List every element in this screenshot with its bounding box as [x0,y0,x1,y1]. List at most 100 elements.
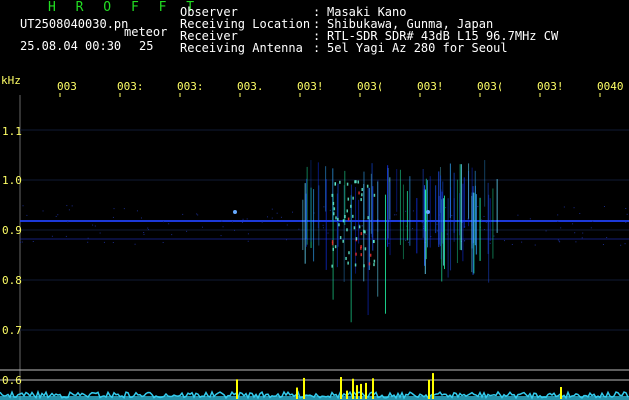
y-tick: 1.1 [2,125,22,138]
noise-speck [246,218,248,220]
echo-hotspot [333,207,336,211]
noise-speck [292,211,294,213]
echo-hotspot [347,261,349,265]
echo-streak [396,169,398,212]
echo-hotspot [332,201,335,205]
noise-speck [603,206,605,208]
noise-speck [197,214,199,216]
noise-speck [162,241,164,243]
echo-streak [384,194,386,314]
echo-dot [426,210,430,214]
noise-speck [42,210,44,212]
noise-speck [286,224,288,226]
echo-hotspot [332,247,334,251]
echo-streak [456,179,458,264]
noise-speck [626,213,628,215]
echo-streak [441,191,443,233]
carrier-trace [20,205,629,246]
echo-streak [453,198,455,242]
noise-speck [625,208,627,210]
echo-hotspot [361,193,363,197]
noise-speck [365,233,367,235]
noise-speck [484,229,486,231]
noise-speck [493,235,495,237]
echo-hotspot [363,229,365,233]
noise-speck [503,240,505,242]
noise-speck [196,213,198,215]
echo-streak [306,166,308,245]
echo-streak [489,198,491,242]
echo-hotspot [331,240,334,244]
signal-spike [360,383,362,399]
echo-streak [422,168,424,239]
noise-speck [560,227,562,229]
noise-speck [557,220,559,222]
noise-speck [489,242,491,244]
echo-hotspot [346,228,348,232]
noise-speck [407,241,409,243]
x-tick: 003! [417,80,441,93]
echo-hotspot [331,264,333,268]
echo-streak [402,184,404,260]
y-axis-unit: kHz [1,74,21,87]
noise-speck [572,223,574,225]
echo-streak [399,169,401,245]
echo-streak [475,194,477,255]
noise-speck [87,241,89,243]
noise-speck [87,237,89,239]
echo-hotspot [353,226,356,230]
noise-speck [220,235,222,237]
echo-streak [443,195,445,270]
x-tick: 003! [297,80,321,93]
echo-streak [409,176,411,246]
echo-hotspot [345,256,347,260]
noise-speck [485,221,487,223]
noise-speck [545,230,547,232]
echo-streak [492,188,494,259]
echo-streak [367,187,369,316]
antenna-value: 5el Yagi Az 280 for Seoul [327,41,508,55]
noise-speck [247,240,249,242]
noise-speck [436,230,438,232]
noise-speck [71,205,73,207]
noise-speck [276,212,278,214]
noise-speck [247,233,249,235]
echo-hotspot [334,182,336,186]
noise-speck [234,229,236,231]
echo-hotspot [358,225,361,229]
noise-speck [625,221,627,223]
x-tick: 0040 [597,80,624,93]
noise-speck [26,214,28,216]
echo-streak [424,190,426,231]
noise-speck [534,244,536,246]
noise-speck [242,218,244,220]
noise-speck [171,234,173,236]
noise-speck [271,208,273,210]
echo-hotspot [347,197,350,201]
noise-speck [521,241,523,243]
noise-speck [620,244,622,246]
echo-streak [377,181,379,297]
echo-hotspot [346,209,348,213]
echo-hotspot [344,215,346,219]
noise-speck [327,232,329,234]
echo-hotspot [334,245,337,249]
signal-spike [346,390,348,399]
echo-streak [389,182,391,256]
noise-speck [201,226,203,228]
echo-hotspot [339,236,342,240]
noise-speck [140,217,142,219]
noise-speck [51,235,53,237]
echo-hotspot [337,217,339,221]
echo-hotspot [373,259,376,263]
signal-spike [352,378,354,399]
noise-speck [261,221,263,223]
signal-spike [296,387,298,399]
noise-speck [395,214,397,216]
x-tick: 003 [57,80,77,93]
x-tick: 003( [357,80,381,93]
noise-speck [477,206,479,208]
echo-streak [438,171,440,248]
noise-speck [143,233,145,235]
noise-speck [361,225,363,227]
